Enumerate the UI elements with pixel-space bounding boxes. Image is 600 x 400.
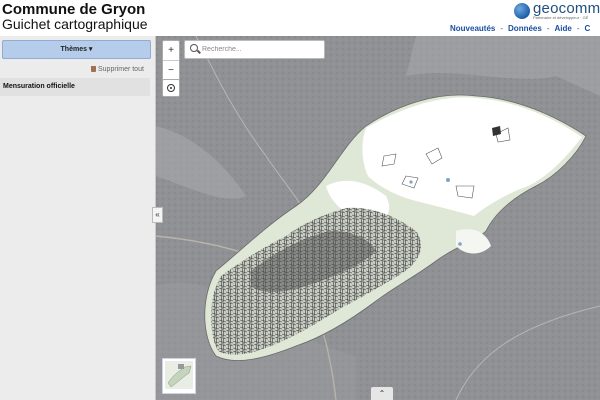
zoom-control: + − <box>162 40 180 82</box>
search-input[interactable] <box>202 43 320 56</box>
nav-link-contact[interactable]: C <box>585 24 591 33</box>
layer-item[interactable]: Mensuration officielle <box>0 78 150 96</box>
zoom-out-button[interactable]: − <box>163 61 179 80</box>
trash-icon <box>91 66 96 72</box>
logo-tagline: Partenaire et développeur · GÉ <box>533 15 589 20</box>
zoom-in-button[interactable]: + <box>163 41 179 61</box>
layer-panel: Thèmes ▾ Supprimer tout Mensuration offi… <box>0 36 155 400</box>
locate-button[interactable] <box>162 79 180 97</box>
locate-icon <box>167 84 175 92</box>
top-nav: Nouveautés - Données - Aide - C <box>450 24 591 33</box>
bottom-panel-toggle[interactable]: ⌃ <box>371 387 393 400</box>
header: Commune de Gryon Guichet cartographique … <box>0 0 600 36</box>
basemap-switcher[interactable] <box>162 358 196 394</box>
map-graphic <box>156 36 600 400</box>
basemap-thumbnail <box>165 361 193 389</box>
nav-link-aide[interactable]: Aide <box>555 24 572 33</box>
map-canvas[interactable] <box>156 36 600 400</box>
geocomm-logo[interactable]: geocomm Partenaire et développeur · GÉ <box>514 0 600 23</box>
delete-all-label: Supprimer tout <box>98 66 144 73</box>
nav-link-nouveautes[interactable]: Nouveautés <box>450 24 495 33</box>
delete-all-button[interactable]: Supprimer tout <box>91 66 144 73</box>
geocomm-logo-icon <box>514 3 530 19</box>
search-box <box>184 40 325 59</box>
themes-dropdown-button[interactable]: Thèmes ▾ <box>2 40 151 59</box>
nav-link-donnees[interactable]: Données <box>508 24 542 33</box>
layer-item-label: Mensuration officielle <box>3 83 75 90</box>
page-subtitle: Guichet cartographique <box>2 16 148 32</box>
panel-collapse-button[interactable]: « <box>152 207 163 223</box>
search-icon <box>190 44 198 52</box>
